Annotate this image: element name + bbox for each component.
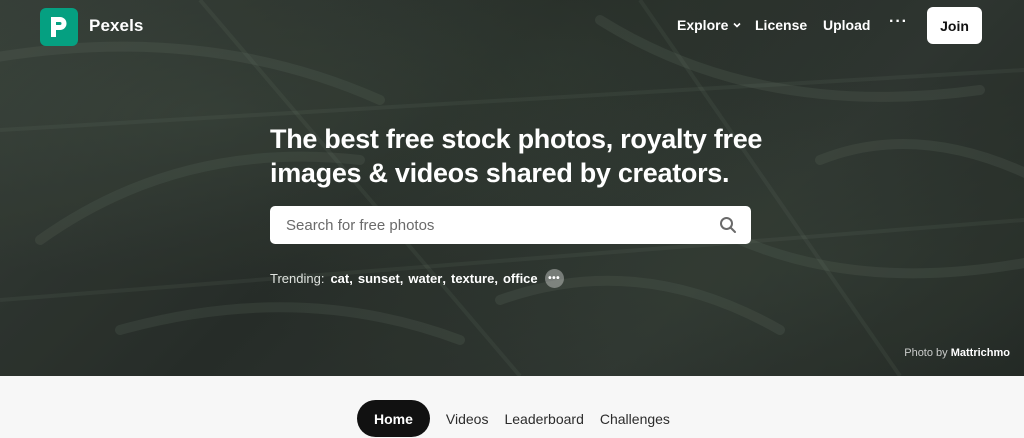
content-tabs: Home Videos Leaderboard Challenges: [357, 400, 678, 437]
credit-author[interactable]: Mattrichmo: [951, 347, 1010, 359]
tab-home[interactable]: Home: [357, 400, 430, 437]
trending-separator: ,: [399, 271, 404, 286]
more-options-button[interactable]: ···: [889, 13, 908, 31]
trending-tag-office[interactable]: office: [503, 271, 538, 286]
hero-banner: Pexels Explore License Upload ··· Join T…: [0, 0, 1024, 376]
trending-tag-sunset[interactable]: sunset: [358, 271, 400, 286]
search-icon[interactable]: [719, 216, 737, 234]
trending-more-icon[interactable]: •••: [544, 269, 564, 288]
pexels-logo[interactable]: [40, 8, 78, 46]
nav-upload[interactable]: Upload: [823, 17, 870, 33]
tab-leaderboard[interactable]: Leaderboard: [496, 400, 591, 437]
join-button[interactable]: Join: [927, 7, 982, 44]
nav-explore-label: Explore: [677, 17, 729, 33]
trending-separator: ,: [494, 271, 498, 286]
nav-explore[interactable]: Explore: [677, 17, 742, 33]
brand-name[interactable]: Pexels: [89, 16, 143, 36]
photo-credit[interactable]: Photo by Mattrichmo: [904, 347, 1010, 359]
credit-prefix: Photo by: [904, 347, 948, 359]
search-input[interactable]: [270, 207, 700, 243]
trending-label: Trending:: [270, 271, 325, 286]
tab-challenges[interactable]: Challenges: [592, 400, 678, 437]
nav-license[interactable]: License: [755, 17, 807, 33]
trending-row: Trending: cat, sunset, water, texture, o…: [270, 269, 564, 288]
trending-separator: ,: [349, 271, 353, 286]
trending-tag-texture[interactable]: texture: [451, 271, 494, 286]
chevron-down-icon: [733, 22, 741, 28]
hero-headline: The best free stock photos, royalty free…: [270, 124, 763, 188]
tab-videos[interactable]: Videos: [438, 400, 497, 437]
search-bar[interactable]: [270, 206, 751, 244]
logo-p-icon: [51, 17, 67, 37]
trending-tag-water[interactable]: water: [408, 271, 442, 286]
trending-separator: ,: [442, 271, 446, 286]
trending-tag-cat[interactable]: cat: [330, 271, 349, 286]
